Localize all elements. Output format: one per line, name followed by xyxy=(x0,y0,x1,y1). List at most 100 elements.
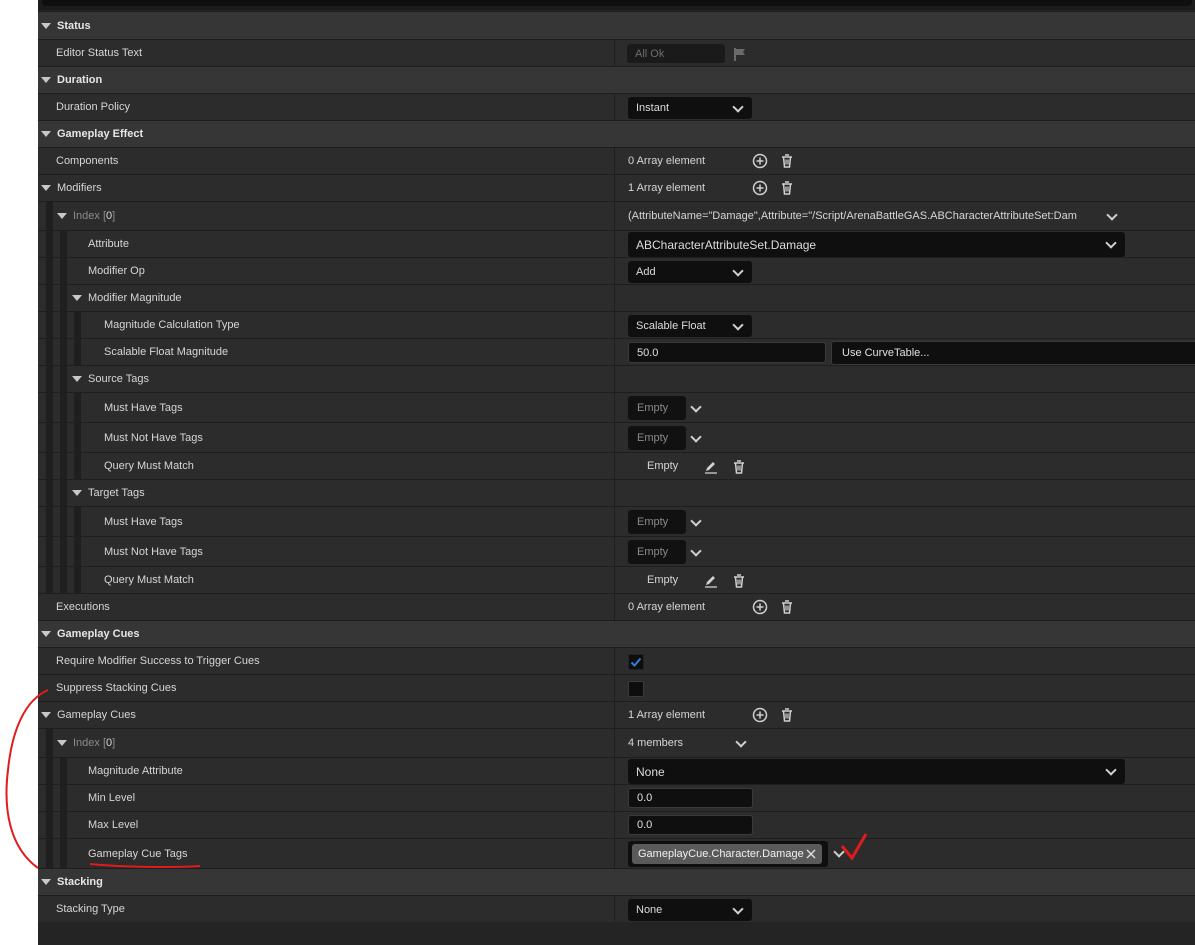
property-label: Stacking Type xyxy=(56,903,125,915)
collapse-triangle-icon[interactable] xyxy=(72,295,82,301)
collapse-triangle-icon[interactable] xyxy=(41,712,51,718)
add-icon[interactable] xyxy=(752,180,768,196)
edit-icon[interactable] xyxy=(703,573,719,589)
chevron-down-icon[interactable] xyxy=(690,401,702,413)
row-source-tags: Source Tags xyxy=(38,365,1195,392)
chevron-down-icon[interactable] xyxy=(833,846,845,858)
row-gameplay-cue-tags: Gameplay Cue Tags GameplayCue.Character.… xyxy=(38,838,1195,868)
collapse-triangle-icon[interactable] xyxy=(41,77,51,83)
attribute-dropdown[interactable]: ABCharacterAttributeSet.Damage xyxy=(628,232,1125,257)
row-executions: Executions 0 Array element xyxy=(38,593,1195,620)
tag-container-field[interactable]: Empty xyxy=(628,426,686,450)
tag-chip: GameplayCue.Character.Damage xyxy=(632,844,822,864)
property-label: Attribute xyxy=(88,238,129,250)
property-label: Target Tags xyxy=(88,487,145,499)
add-icon[interactable] xyxy=(752,707,768,723)
property-label: Must Have Tags xyxy=(104,401,183,414)
category-label: Stacking xyxy=(57,876,103,888)
chevron-down-icon[interactable] xyxy=(690,545,702,557)
property-label: Suppress Stacking Cues xyxy=(56,682,177,694)
chevron-down-icon xyxy=(732,319,744,331)
duration-policy-dropdown[interactable]: Instant xyxy=(628,97,752,119)
add-icon[interactable] xyxy=(752,153,768,169)
chevron-down-icon[interactable] xyxy=(735,736,747,748)
edit-icon[interactable] xyxy=(703,459,719,475)
collapse-triangle-icon[interactable] xyxy=(57,213,67,219)
stacking-type-dropdown[interactable]: None xyxy=(628,899,752,921)
collapse-triangle-icon[interactable] xyxy=(72,490,82,496)
collapse-triangle-icon[interactable] xyxy=(41,22,51,29)
trash-icon[interactable] xyxy=(779,180,795,196)
row-modifier-index: Index [0] (AttributeName="Damage",Attrib… xyxy=(38,201,1195,230)
property-label: Duration Policy xyxy=(56,101,130,113)
tag-container-field[interactable]: Empty xyxy=(628,396,686,420)
category-gameplay-effect[interactable]: Gameplay Effect xyxy=(38,120,1195,147)
index-label-suffix: ] xyxy=(112,210,116,222)
trash-icon[interactable] xyxy=(779,599,795,615)
property-label: Source Tags xyxy=(88,373,149,385)
property-label: Gameplay Cue Tags xyxy=(88,847,188,860)
row-modifier-magnitude: Modifier Magnitude xyxy=(38,284,1195,311)
dropdown-value: Scalable Float xyxy=(636,320,706,332)
row-src-query: Query Must Match Empty xyxy=(38,452,1195,479)
index-label-prefix: Index [ xyxy=(73,210,107,222)
row-src-must-not-have: Must Not Have Tags Empty xyxy=(38,422,1195,452)
category-label: Status xyxy=(57,19,91,32)
collapse-triangle-icon[interactable] xyxy=(41,879,51,885)
collapse-triangle-icon[interactable] xyxy=(57,740,67,746)
collapse-triangle-icon[interactable] xyxy=(41,185,51,191)
details-panel: Status Editor Status Text All Ok Duratio… xyxy=(38,0,1195,945)
collapse-triangle-icon[interactable] xyxy=(41,631,51,637)
magnitude-calc-dropdown[interactable]: Scalable Float xyxy=(628,315,752,337)
chevron-down-icon[interactable] xyxy=(1106,209,1118,221)
magnitude-attribute-dropdown[interactable]: None xyxy=(628,759,1125,784)
add-icon[interactable] xyxy=(752,599,768,615)
search-input[interactable] xyxy=(42,0,1192,6)
flag-icon[interactable] xyxy=(732,46,748,62)
close-icon[interactable] xyxy=(806,849,816,859)
row-duration-policy: Duration Policy Instant xyxy=(38,93,1195,120)
category-gameplay-cues[interactable]: Gameplay Cues xyxy=(38,620,1195,647)
property-label: Query Must Match xyxy=(104,460,194,472)
property-label: Must Not Have Tags xyxy=(104,545,203,558)
property-label: Magnitude Attribute xyxy=(88,765,183,777)
chevron-down-icon[interactable] xyxy=(690,515,702,527)
trash-icon[interactable] xyxy=(779,153,795,169)
row-editor-status-text: Editor Status Text All Ok xyxy=(38,39,1195,66)
collapse-triangle-icon[interactable] xyxy=(72,376,82,382)
modifier-op-dropdown[interactable]: Add xyxy=(628,261,752,283)
property-label: Max Level xyxy=(88,819,139,831)
dropdown-value: Add xyxy=(636,266,656,278)
require-modifier-success-checkbox[interactable] xyxy=(628,654,644,670)
gameplay-cue-tags-field[interactable]: GameplayCue.Character.Damage xyxy=(628,841,828,867)
trash-icon[interactable] xyxy=(731,459,747,475)
property-label: Scalable Float Magnitude xyxy=(104,346,229,358)
tag-container-field[interactable]: Empty xyxy=(628,540,686,564)
curve-table-picker[interactable]: Use CurveTable... xyxy=(831,341,1195,365)
trash-icon[interactable] xyxy=(731,573,747,589)
category-duration[interactable]: Duration xyxy=(38,66,1195,93)
category-status[interactable]: Status xyxy=(38,11,1195,39)
trash-icon[interactable] xyxy=(779,707,795,723)
min-level-input[interactable]: 0.0 xyxy=(628,788,753,808)
dropdown-value: ABCharacterAttributeSet.Damage xyxy=(636,237,817,252)
scalable-float-input[interactable]: 50.0 xyxy=(628,342,826,363)
row-max-level: Max Level 0.0 xyxy=(38,811,1195,838)
max-level-input[interactable]: 0.0 xyxy=(628,815,753,835)
dropdown-value: Instant xyxy=(636,102,670,114)
suppress-stacking-cues-checkbox[interactable] xyxy=(628,681,644,697)
row-magnitude-calc-type: Magnitude Calculation Type Scalable Floa… xyxy=(38,311,1195,338)
category-label: Gameplay Effect xyxy=(57,128,144,140)
row-cue-index: Index [0] 4 members xyxy=(38,728,1195,757)
property-label: Magnitude Calculation Type xyxy=(104,319,240,331)
query-value: Empty xyxy=(647,574,679,586)
category-stacking[interactable]: Stacking xyxy=(38,868,1195,895)
chevron-down-icon xyxy=(1105,764,1117,776)
tag-container-field[interactable]: Empty xyxy=(628,510,686,534)
chevron-down-icon xyxy=(732,101,744,113)
property-label: Must Have Tags xyxy=(104,515,183,528)
tag-chip-label: GameplayCue.Character.Damage xyxy=(638,848,804,860)
chevron-down-icon[interactable] xyxy=(690,431,702,443)
collapse-triangle-icon[interactable] xyxy=(41,131,51,137)
property-label: Modifier Magnitude xyxy=(88,292,182,304)
